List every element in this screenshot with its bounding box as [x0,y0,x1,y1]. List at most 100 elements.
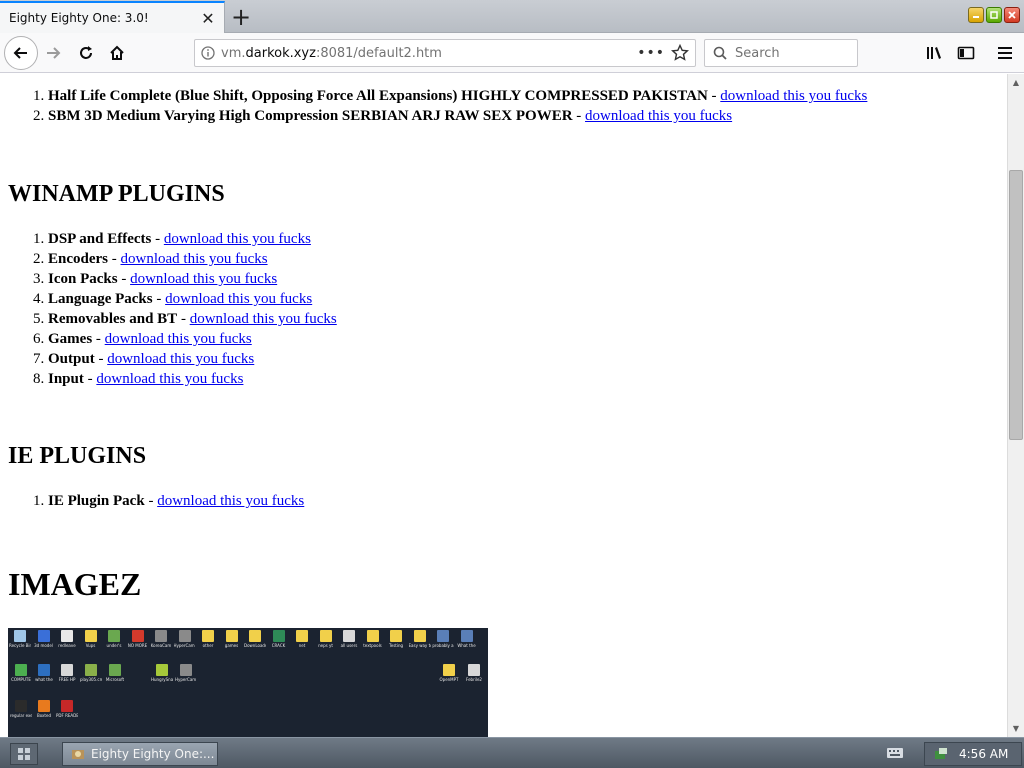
desktop-icon-label: all users [340,643,358,648]
download-link[interactable]: download this you fucks [190,311,337,327]
separator: - [117,271,131,287]
app-icon [72,750,84,759]
desktop-icon-label: 3d model [34,643,53,648]
item-title: SBM 3D Medium Varying High Compression S… [48,108,573,124]
menu-button[interactable] [990,38,1020,68]
desktop-icon: FREE HP [56,664,78,682]
scroll-down-icon[interactable]: ▼ [1008,720,1024,737]
download-link[interactable]: download this you fucks [130,271,277,287]
desktop-icon-label: Microsoft [105,677,125,682]
start-button[interactable] [10,743,38,765]
tab-title: Eighty Eighty One: 3.0! [9,11,149,25]
desktop-icon-glyph [296,630,308,642]
download-link[interactable]: download this you fucks [107,351,254,367]
desktop-icon-glyph [225,630,238,642]
desktop-icon-label: OpenMPT [439,677,459,682]
item-title: Removables and BT [48,311,178,327]
desktop-icon-glyph [272,630,285,642]
hamburger-menu-icon [998,47,1012,59]
desktop-icon-glyph [249,630,261,642]
bookmark-star-icon[interactable] [671,44,689,62]
library-button[interactable] [920,38,950,68]
reload-button[interactable] [71,38,101,68]
separator: - [177,311,190,327]
desktop-icon: HyperCam 2 [175,664,197,682]
desktop-icon-label: Vups [85,643,96,648]
desktop-icon: Microsoft [104,664,126,682]
url-bar[interactable]: vm.darkok.xyz:8081/default2.htm ••• [194,39,696,67]
item-title: Games [48,331,93,347]
desktop-icon-label: Testing [388,643,404,648]
home-button[interactable] [102,38,132,68]
desktop-icon-label: CRACK [271,643,286,648]
desktop-icon: textpools [362,630,384,648]
scroll-up-icon[interactable]: ▲ [1008,74,1024,91]
desktop-icon: net [291,630,313,648]
taskbar-item-label: Eighty Eighty One:... [91,747,215,761]
desktop-icon-glyph [38,664,50,676]
winamp-heading: WINAMP PLUGINS [8,181,225,207]
download-link[interactable]: download this you fucks [121,251,268,267]
download-link[interactable]: download this you fucks [157,493,304,509]
grid-icon [18,748,30,760]
search-placeholder: Search [735,45,780,61]
maximize-button[interactable] [986,7,1002,23]
desktop-screenshot-image: Recycle Bin 3d model redleave Vups under's NO… [8,628,488,737]
ie-plugins-heading: IE PLUGINS [8,443,147,469]
download-link[interactable]: download this you fucks [720,88,867,104]
back-button[interactable] [4,36,38,70]
desktop-icon: play305.cmd [80,664,102,682]
separator: - [144,493,158,509]
desktop-icon-label: KoreaCam [150,643,172,648]
minimize-button[interactable] [968,7,984,23]
tab-close-icon[interactable]: ✕ [196,6,220,30]
item-title: Input [48,371,84,387]
desktop-icon-glyph [202,630,214,642]
desktop-icon-glyph [390,630,402,642]
desktop-icon: What the [456,630,478,648]
item-title: Icon Packs [48,271,118,287]
maximize-icon [990,11,998,19]
download-link[interactable]: download this you fucks [585,108,732,124]
site-info-icon[interactable] [195,46,221,60]
scrollbar-thumb[interactable] [1009,170,1023,440]
download-link[interactable]: download this you fucks [105,331,252,347]
download-link[interactable]: download this you fucks [164,231,311,247]
item-title: Language Packs [48,291,153,307]
tab-active[interactable]: Eighty Eighty One: 3.0! ✕ [0,1,225,33]
item-title: IE Plugin Pack [48,493,145,509]
page-content: Half Life Complete (Blue Shift, Opposing… [0,74,1007,737]
separator: - [151,231,164,247]
new-tab-button[interactable]: + [227,3,255,31]
desktop-icon-label: Recycle Bin [9,643,31,648]
desktop-icon-label: Easy way to [408,643,431,648]
item-title: DSP and Effects [48,231,152,247]
desktop-icon: Vups [80,630,102,648]
desktop-icon-glyph [84,630,97,642]
forward-button[interactable] [38,38,68,68]
taskbar-item-browser[interactable]: Eighty Eighty One:... [62,742,218,766]
back-arrow-icon [13,47,27,59]
keyboard-icon[interactable] [886,746,904,760]
vertical-scrollbar[interactable]: ▲ ▼ [1007,74,1024,737]
sidebar-button[interactable] [951,38,981,68]
desktop-icon-glyph [61,700,73,712]
url-text[interactable]: vm.darkok.xyz:8081/default2.htm [221,46,637,61]
desktop-icon: other [197,630,219,648]
download-link[interactable]: download this you fucks [96,371,243,387]
separator: - [83,371,97,387]
list-item: Games - download this you fucks [48,329,337,349]
url-actions: ••• [637,44,695,62]
url-prefix: vm. [221,45,246,61]
close-button[interactable] [1004,7,1020,23]
desktop-icon: regular exe [10,700,32,718]
system-tray: 4:56 AM [924,742,1022,766]
network-icon[interactable] [933,746,949,762]
search-bar[interactable]: Search [704,39,858,67]
desktop-icon: all users [338,630,360,648]
desktop-icon-label: probably a [432,643,454,648]
download-link[interactable]: download this you fucks [165,291,312,307]
page-actions-icon[interactable]: ••• [637,45,665,61]
list-item: Encoders - download this you fucks [48,249,337,269]
desktop-icon: Febrile2 [463,664,485,682]
